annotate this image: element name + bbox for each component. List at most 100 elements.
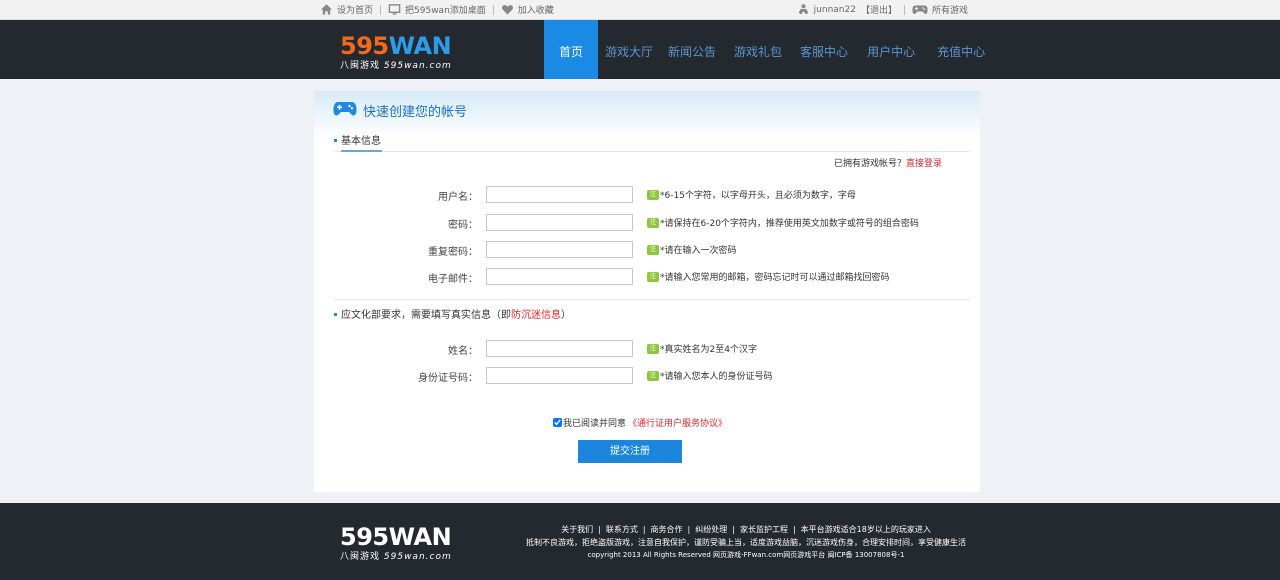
realname-row: 姓名： 注 *真实姓名为2至4个汉字 — [314, 340, 980, 357]
footer-logo-tag-cn: 八闽游戏 — [340, 552, 381, 562]
email-field[interactable] — [486, 268, 633, 285]
add-desktop-label: 把595wan添加桌面 — [405, 6, 486, 16]
top-utility-bar: 设为首页 把595wan添加桌面 加入收藏 junnan22 【退出】 所有游戏 — [0, 0, 1280, 20]
heart-icon — [501, 5, 513, 15]
divider: | — [687, 525, 691, 534]
divider — [492, 4, 494, 15]
login-link[interactable]: 直接登录 — [906, 159, 942, 169]
section-real-title: 应文化部要求，需要填写真实信息（即防沉迷信息） — [341, 306, 571, 326]
agree-checkbox[interactable] — [553, 418, 562, 427]
add-desktop-link[interactable]: 把595wan添加桌面 — [388, 3, 486, 16]
username-field[interactable] — [486, 186, 633, 203]
username-label: 用户名： — [438, 192, 478, 203]
footer-link-business[interactable]: 商务合作 — [651, 523, 683, 536]
password-label: 密码： — [448, 220, 478, 231]
home-icon — [320, 4, 333, 15]
username: junnan22 — [813, 4, 856, 15]
footer-link-dispute[interactable]: 纠纷处理 — [695, 523, 727, 536]
bullet — [334, 139, 337, 142]
site-footer: 595WAN 八闽游戏 595wan.com 关于我们 | 联系方式 | 商务合作 |… — [0, 503, 1280, 580]
realname-hint-text: *真实姓名为2至4个汉字 — [660, 345, 757, 355]
footer-logo-wordmark: 595WAN — [340, 523, 452, 551]
nav-game-hall[interactable]: 游戏大厅 — [598, 20, 660, 79]
confirm-password-field[interactable] — [486, 241, 633, 258]
nav-home[interactable]: 首页 — [544, 20, 598, 79]
note-icon: 注 — [647, 271, 659, 282]
logo-word: WAN — [388, 32, 452, 60]
confirm-password-hint: 注 *请在输入一次密码 — [647, 243, 737, 256]
password-field[interactable] — [486, 214, 633, 231]
user-info[interactable]: junnan22 — [797, 3, 856, 16]
site-header: 595WAN 八闽游戏 595wan.com 首页 游戏大厅 新闻公告 游戏礼包… — [0, 20, 1280, 79]
idcard-field[interactable] — [486, 367, 633, 384]
note-icon: 注 — [647, 189, 659, 200]
confirm-password-label: 重复密码： — [428, 247, 478, 258]
email-label: 电子邮件： — [428, 274, 478, 285]
note-icon: 注 — [647, 244, 659, 255]
idcard-hint-text: *请输入您本人的身份证号码 — [660, 372, 773, 382]
idcard-hint: 注 *请输入您本人的身份证号码 — [647, 369, 773, 382]
add-favorite-link[interactable]: 加入收藏 — [501, 3, 554, 16]
password-row: 密码： 注 *请保持在6-20个字符内，推荐使用英文加数字或符号的组合密码 — [314, 214, 980, 231]
divider — [380, 4, 382, 15]
confirm-password-hint-text: *请在输入一次密码 — [660, 246, 737, 256]
note-icon: 注 — [647, 217, 659, 228]
users-icon — [798, 4, 808, 14]
divider: | — [732, 525, 735, 534]
set-home-label: 设为首页 — [337, 6, 374, 16]
submit-button[interactable]: 提交注册 — [578, 440, 682, 463]
main-nav: 首页 游戏大厅 新闻公告 游戏礼包 客服中心 用户中心 充值中心 — [544, 20, 996, 79]
idcard-label: 身份证号码： — [418, 373, 478, 384]
gamepad-icon — [333, 102, 357, 116]
topbar-right: junnan22 【退出】 所有游戏 — [797, 3, 968, 16]
logo-digits: 595 — [340, 32, 389, 60]
footer-logo[interactable]: 595WAN 八闽游戏 595wan.com — [340, 525, 452, 562]
page-title: 快速创建您的帐号 — [363, 105, 468, 120]
register-panel: 快速创建您的帐号 基本信息 已拥有游戏帐号？直接登录 用户名： 注 *6-15个字… — [314, 91, 980, 492]
footer-link-parental[interactable]: 家长监护工程 — [740, 523, 788, 536]
service-agreement-link[interactable]: 《通行证用户服务协议》 — [628, 416, 727, 429]
email-hint: 注 *请输入您常用的邮箱，密码忘记时可以通过邮箱找回密码 — [647, 270, 890, 283]
footer-link-about[interactable]: 关于我们 — [561, 523, 593, 536]
section-real-suffix: ） — [561, 310, 571, 321]
footer-age-notice: 本平台游戏适合18岁以上的玩家进入 — [800, 525, 931, 534]
note-icon: 注 — [647, 370, 659, 381]
username-hint-text: *6-15个字符，以字母开头，且必须为数字，字母 — [660, 191, 856, 201]
logo-wordmark: 595WAN — [340, 34, 470, 58]
footer-copyright: copyright 2013 All Rights Reserved 网页游戏-… — [587, 551, 905, 559]
nav-gift-packs[interactable]: 游戏礼包 — [724, 20, 792, 79]
divider: | — [642, 525, 646, 534]
all-games-link[interactable]: 所有游戏 — [912, 3, 968, 16]
username-row: 用户名： 注 *6-15个字符，以字母开头，且必须为数字，字母 — [314, 186, 980, 203]
footer-logo-tagline: 八闽游戏 595wan.com — [340, 549, 452, 562]
anti-addiction-link[interactable]: 防沉迷信息 — [511, 310, 561, 321]
nav-user-center[interactable]: 用户中心 — [856, 20, 926, 79]
topbar-left: 设为首页 把595wan添加桌面 加入收藏 — [320, 3, 554, 16]
set-home-link[interactable]: 设为首页 — [320, 3, 373, 16]
agreement-row: 我已阅读并同意 《通行证用户服务协议》 — [553, 416, 727, 429]
nav-recharge[interactable]: 充值中心 — [926, 20, 996, 79]
bullet — [334, 313, 337, 316]
divider — [903, 4, 905, 15]
realname-hint: 注 *真实姓名为2至4个汉字 — [647, 342, 757, 355]
username-hint: 注 *6-15个字符，以字母开头，且必须为数字，字母 — [647, 188, 856, 201]
nav-support[interactable]: 客服中心 — [792, 20, 856, 79]
footer-link-contact[interactable]: 联系方式 — [606, 523, 638, 536]
password-hint-text: *请保持在6-20个字符内，推荐使用英文加数字或符号的组合密码 — [660, 219, 919, 229]
logo-tag-url: 595wan.com — [383, 61, 452, 71]
section-basic-info: 基本信息 — [334, 132, 970, 152]
realname-field[interactable] — [486, 340, 633, 357]
nav-news[interactable]: 新闻公告 — [660, 20, 724, 79]
confirm-password-row: 重复密码： 注 *请在输入一次密码 — [314, 241, 980, 258]
has-account-line: 已拥有游戏帐号？直接登录 — [834, 156, 942, 169]
has-account-text: 已拥有游戏帐号？ — [834, 159, 907, 169]
footer-logo-tag-url: 595wan.com — [383, 552, 452, 562]
footer-links: 关于我们 | 联系方式 | 商务合作 | 纠纷处理 | 家长监护工程 | 本平台游戏适合1… — [526, 523, 966, 562]
site-logo[interactable]: 595WAN 八闽游戏 595wan.com — [340, 34, 470, 71]
note-icon: 注 — [647, 343, 659, 354]
section-basic-title: 基本信息 — [341, 132, 382, 152]
add-favorite-label: 加入收藏 — [517, 6, 554, 16]
logout-link[interactable]: 【退出】 — [861, 3, 897, 16]
email-hint-text: *请输入您常用的邮箱，密码忘记时可以通过邮箱找回密码 — [660, 273, 890, 283]
logo-tagline: 八闽游戏 595wan.com — [340, 58, 470, 71]
